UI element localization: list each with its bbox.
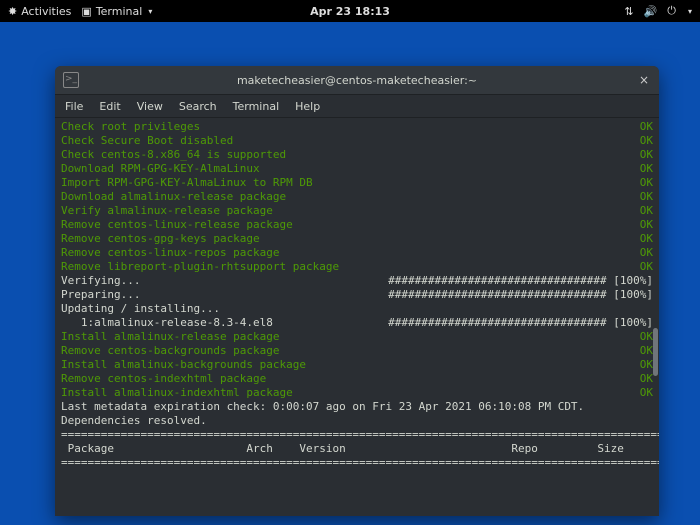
volume-icon[interactable]: 🔊 — [644, 5, 658, 18]
system-menu-chevron[interactable]: ▾ — [688, 7, 692, 16]
output-line: Package Arch Version Repo Size — [61, 442, 653, 456]
menubar: File Edit View Search Terminal Help — [55, 95, 659, 118]
activities-button[interactable]: ✸ Activities — [8, 5, 71, 18]
status-line: Remove centos-linux-repos packageOK — [61, 246, 653, 260]
status-line: Remove libreport-plugin-rhtsupport packa… — [61, 260, 653, 274]
status-line: Remove centos-indexhtml packageOK — [61, 372, 653, 386]
status-line: Download almalinux-release packageOK — [61, 190, 653, 204]
status-line: Install almalinux-backgrounds packageOK — [61, 358, 653, 372]
status-line: Remove centos-backgrounds packageOK — [61, 344, 653, 358]
output-line: ========================================… — [61, 456, 653, 470]
menu-view[interactable]: View — [137, 100, 163, 113]
status-line: Install almalinux-release packageOK — [61, 330, 653, 344]
terminal-icon: ▣ — [81, 5, 91, 18]
menu-search[interactable]: Search — [179, 100, 217, 113]
status-line: Remove centos-linux-release packageOK — [61, 218, 653, 232]
status-line: Check centos-8.x86_64 is supportedOK — [61, 148, 653, 162]
output-line: Last metadata expiration check: 0:00:07 … — [61, 400, 653, 414]
scrollbar-thumb[interactable] — [653, 328, 658, 376]
clock[interactable]: Apr 23 18:13 — [310, 5, 390, 18]
app-menu[interactable]: ▣ Terminal▾ — [81, 5, 152, 18]
gnome-top-panel: ✸ Activities ▣ Terminal▾ Apr 23 18:13 ⇅ … — [0, 0, 700, 22]
output-line: Updating / installing... — [61, 302, 653, 316]
progress-line: Preparing...############################… — [61, 288, 653, 302]
terminal-icon: >_ — [63, 72, 79, 88]
menu-help[interactable]: Help — [295, 100, 320, 113]
terminal-window: >_ maketecheasier@centos-maketecheasier:… — [55, 66, 659, 516]
status-line: Download RPM-GPG-KEY-AlmaLinuxOK — [61, 162, 653, 176]
window-titlebar[interactable]: >_ maketecheasier@centos-maketecheasier:… — [55, 66, 659, 95]
window-title: maketecheasier@centos-maketecheasier:~ — [237, 74, 477, 87]
menu-file[interactable]: File — [65, 100, 83, 113]
status-line: Install almalinux-indexhtml packageOK — [61, 386, 653, 400]
output-line: ========================================… — [61, 428, 653, 442]
progress-line: Verifying...############################… — [61, 274, 653, 288]
terminal-viewport[interactable]: Check root privilegesOKCheck Secure Boot… — [55, 118, 659, 516]
output-line: Dependencies resolved. — [61, 414, 653, 428]
menu-edit[interactable]: Edit — [99, 100, 120, 113]
close-icon[interactable]: × — [637, 73, 651, 87]
network-icon[interactable]: ⇅ — [624, 5, 633, 18]
status-line: Import RPM-GPG-KEY-AlmaLinux to RPM DBOK — [61, 176, 653, 190]
menu-terminal[interactable]: Terminal — [233, 100, 280, 113]
status-line: Remove centos-gpg-keys packageOK — [61, 232, 653, 246]
status-line: Check Secure Boot disabledOK — [61, 134, 653, 148]
progress-line: 1:almalinux-release-8.3-4.el8###########… — [61, 316, 653, 330]
status-line: Check root privilegesOK — [61, 120, 653, 134]
status-line: Verify almalinux-release packageOK — [61, 204, 653, 218]
power-icon[interactable]: ⏻ — [667, 4, 676, 18]
